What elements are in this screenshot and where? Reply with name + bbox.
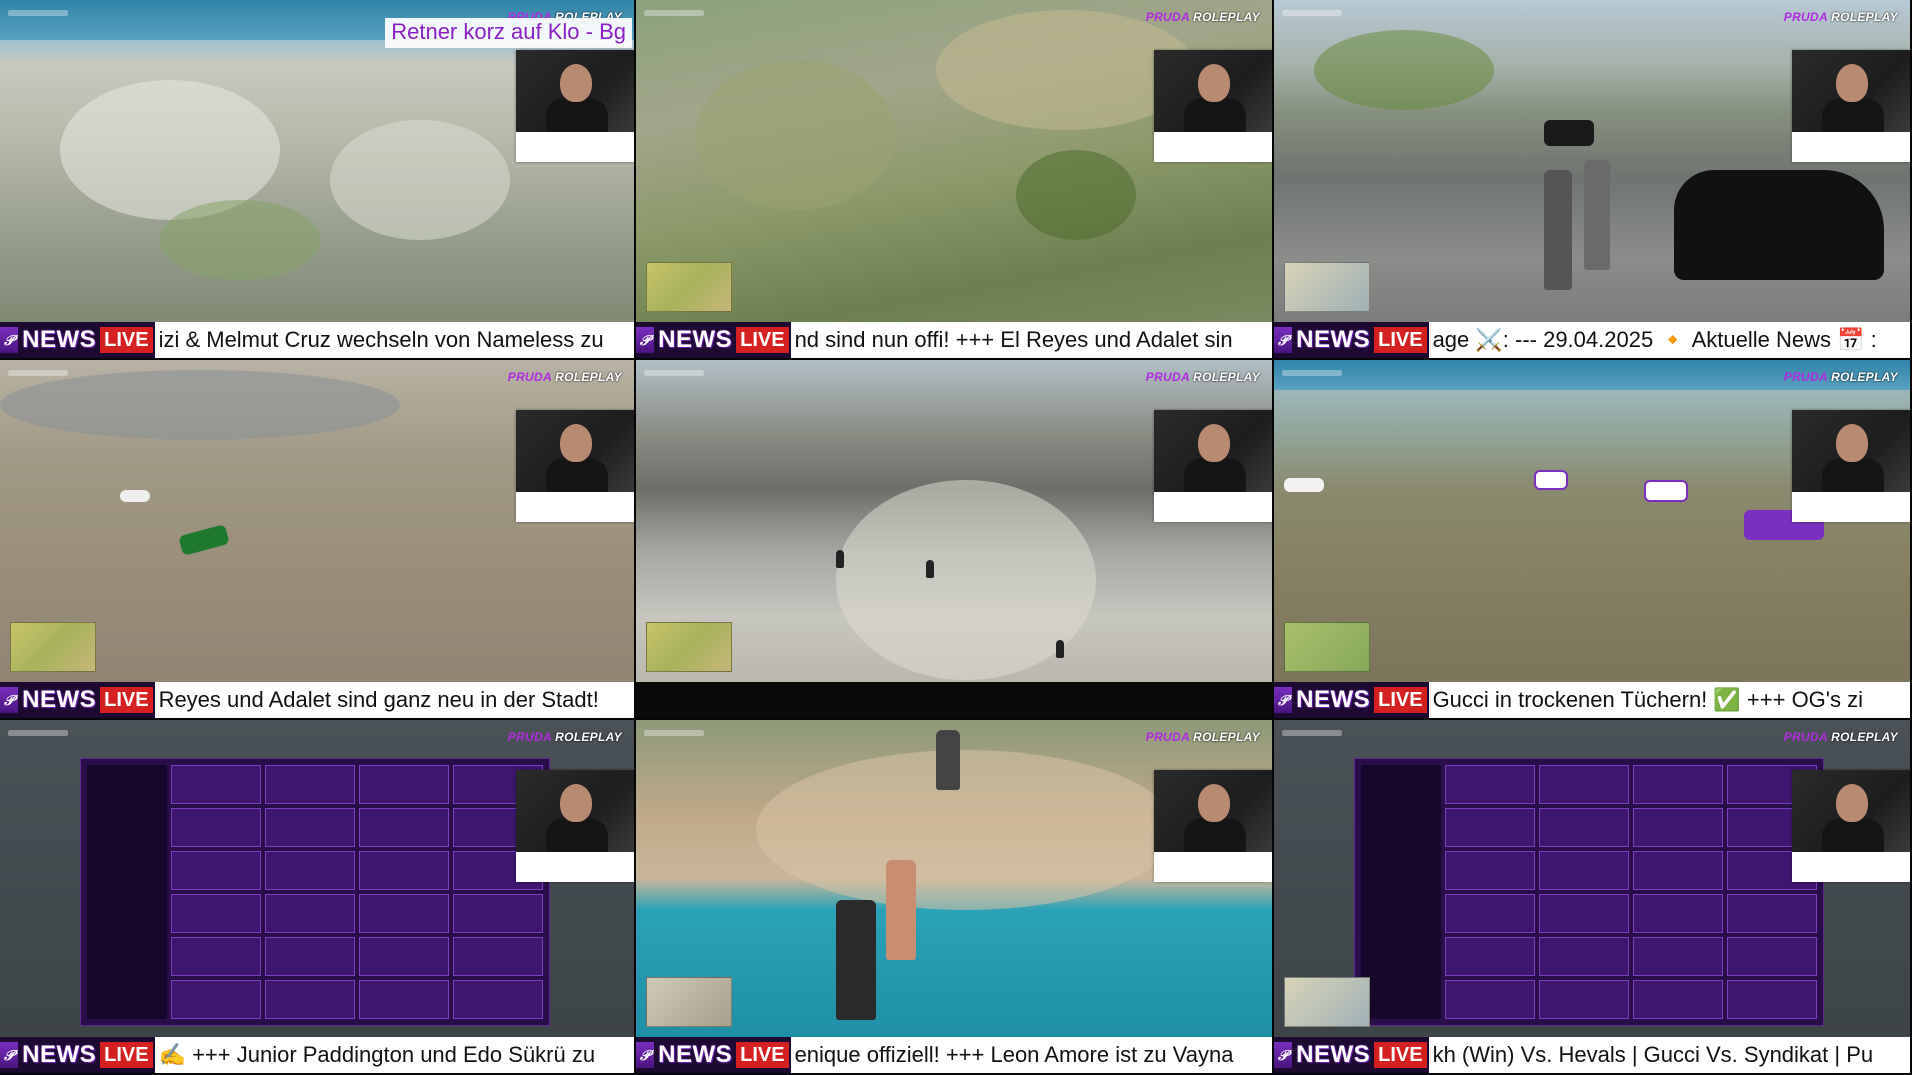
ticker-text: Gucci in trockenen Tüchern! ✅ +++ OG's z… bbox=[1428, 682, 1910, 718]
live-badge: LIVE bbox=[1374, 687, 1427, 713]
stream-tile-2[interactable]: PRUDA ROLEPLAY 𝒫 NEWS LIVE nd sind nun o… bbox=[636, 0, 1274, 360]
brand-logo: PRUDA ROLEPLAY bbox=[507, 370, 622, 384]
news-ticker: 𝒫 NEWS LIVE Gucci in trockenen Tüchern! … bbox=[1274, 682, 1910, 718]
brand-logo: PRUDA ROLEPLAY bbox=[1783, 370, 1898, 384]
hud-status bbox=[8, 730, 68, 736]
news-ticker: 𝒫 NEWS LIVE Reyes und Adalet sind ganz n… bbox=[0, 682, 634, 718]
news-label: NEWS bbox=[1296, 1041, 1371, 1068]
news-label: NEWS bbox=[1296, 686, 1371, 713]
ticker-text: izi & Melmut Cruz wechseln von Nameless … bbox=[154, 322, 634, 358]
hud-status bbox=[1282, 730, 1342, 736]
brand-logo: PRUDA ROLEPLAY bbox=[1145, 370, 1260, 384]
pruda-logo-icon: 𝒫 bbox=[636, 327, 655, 353]
brand-logo: PRUDA ROLEPLAY bbox=[1145, 10, 1260, 24]
hud-status bbox=[644, 730, 704, 736]
pruda-logo-icon: 𝒫 bbox=[1274, 687, 1293, 713]
webcam-overlay bbox=[1154, 770, 1272, 882]
news-ticker: 𝒫 NEWS LIVE enique offiziell! +++ Leon A… bbox=[636, 1037, 1272, 1073]
live-badge: LIVE bbox=[1374, 1042, 1427, 1068]
ticker-text: ✍️ +++ Junior Paddington und Edo Sükrü z… bbox=[154, 1037, 634, 1073]
stream-tile-5[interactable]: PRUDA ROLEPLAY bbox=[636, 360, 1274, 720]
pruda-logo-icon: 𝒫 bbox=[0, 687, 19, 713]
brand-logo: PRUDA ROLEPLAY bbox=[507, 730, 622, 744]
brand-logo: PRUDA ROLEPLAY bbox=[1145, 730, 1260, 744]
stream-tile-4[interactable]: PRUDA ROLEPLAY 𝒫 NEWS LIVE Reyes und Ada… bbox=[0, 360, 636, 720]
hud-status bbox=[8, 10, 68, 16]
webcam-overlay bbox=[1792, 410, 1910, 522]
stream-tile-1[interactable]: PRUDA ROLEPLAY Retner korz auf Klo - Bg … bbox=[0, 0, 636, 360]
minimap bbox=[10, 622, 96, 672]
webcam-overlay bbox=[1792, 50, 1910, 162]
minimap bbox=[1284, 262, 1370, 312]
webcam-overlay bbox=[1792, 770, 1910, 882]
ticker-text: nd sind nun offi! +++ El Reyes und Adale… bbox=[790, 322, 1272, 358]
brand-logo: PRUDA ROLEPLAY bbox=[1783, 730, 1898, 744]
minimap bbox=[646, 262, 732, 312]
hud-status bbox=[8, 370, 68, 376]
game-menu-panel bbox=[80, 758, 550, 1026]
live-badge: LIVE bbox=[1374, 327, 1427, 353]
news-label: NEWS bbox=[658, 326, 733, 353]
multi-stream-grid: PRUDA ROLEPLAY Retner korz auf Klo - Bg … bbox=[0, 0, 1912, 1075]
stream-tile-7[interactable]: PRUDA ROLEPLAY 𝒫 NEWS LIVE ✍️ +++ Junior… bbox=[0, 720, 636, 1075]
news-ticker: 𝒫 NEWS LIVE age ⚔️: --- 29.04.2025 🔸 Akt… bbox=[1274, 322, 1910, 358]
news-label: NEWS bbox=[22, 1041, 97, 1068]
stream-tile-3[interactable]: PRUDA ROLEPLAY 𝒫 NEWS LIVE age ⚔️: --- 2… bbox=[1274, 0, 1912, 360]
news-label: NEWS bbox=[1296, 326, 1371, 353]
news-ticker: 𝒫 NEWS LIVE kh (Win) Vs. Hevals | Gucci … bbox=[1274, 1037, 1910, 1073]
live-badge: LIVE bbox=[100, 687, 153, 713]
hud-status bbox=[644, 370, 704, 376]
pruda-logo-icon: 𝒫 bbox=[0, 1042, 19, 1068]
hud-status bbox=[1282, 10, 1342, 16]
live-badge: LIVE bbox=[100, 327, 153, 353]
webcam-overlay bbox=[516, 410, 634, 522]
stream-tile-8[interactable]: PRUDA ROLEPLAY 𝒫 NEWS LIVE enique offizi… bbox=[636, 720, 1274, 1075]
ticker-text: age ⚔️: --- 29.04.2025 🔸 Aktuelle News 📅… bbox=[1428, 322, 1910, 358]
news-ticker: 𝒫 NEWS LIVE ✍️ +++ Junior Paddington und… bbox=[0, 1037, 634, 1073]
news-ticker: 𝒫 NEWS LIVE nd sind nun offi! +++ El Rey… bbox=[636, 322, 1272, 358]
pruda-logo-icon: 𝒫 bbox=[1274, 327, 1293, 353]
minimap bbox=[646, 977, 732, 1027]
webcam-overlay bbox=[516, 50, 634, 162]
live-badge: LIVE bbox=[736, 327, 789, 353]
hud-status bbox=[644, 10, 704, 16]
webcam-overlay bbox=[1154, 410, 1272, 522]
live-badge: LIVE bbox=[736, 1042, 789, 1068]
pruda-logo-icon: 𝒫 bbox=[1274, 1042, 1293, 1068]
minimap bbox=[646, 622, 732, 672]
news-label: NEWS bbox=[22, 686, 97, 713]
ticker-text: kh (Win) Vs. Hevals | Gucci Vs. Syndikat… bbox=[1428, 1037, 1910, 1073]
stream-caption: Retner korz auf Klo - Bg bbox=[385, 18, 632, 48]
brand-logo: PRUDA ROLEPLAY bbox=[1783, 10, 1898, 24]
news-label: NEWS bbox=[658, 1041, 733, 1068]
ticker-text: Reyes und Adalet sind ganz neu in der St… bbox=[154, 682, 634, 718]
webcam-overlay bbox=[1154, 50, 1272, 162]
webcam-overlay bbox=[516, 770, 634, 882]
minimap bbox=[1284, 977, 1370, 1027]
pruda-logo-icon: 𝒫 bbox=[0, 327, 19, 353]
news-label: NEWS bbox=[22, 326, 97, 353]
game-menu-panel bbox=[1354, 758, 1824, 1026]
stream-tile-6[interactable]: PRUDA ROLEPLAY 𝒫 NEWS LIVE Gucci in troc… bbox=[1274, 360, 1912, 720]
pruda-logo-icon: 𝒫 bbox=[636, 1042, 655, 1068]
minimap bbox=[1284, 622, 1370, 672]
hud-status bbox=[1282, 370, 1342, 376]
ticker-text: enique offiziell! +++ Leon Amore ist zu … bbox=[790, 1037, 1272, 1073]
news-ticker: 𝒫 NEWS LIVE izi & Melmut Cruz wechseln v… bbox=[0, 322, 634, 358]
stream-tile-9[interactable]: PRUDA ROLEPLAY 𝒫 NEWS LIVE kh (Win) Vs. … bbox=[1274, 720, 1912, 1075]
live-badge: LIVE bbox=[100, 1042, 153, 1068]
